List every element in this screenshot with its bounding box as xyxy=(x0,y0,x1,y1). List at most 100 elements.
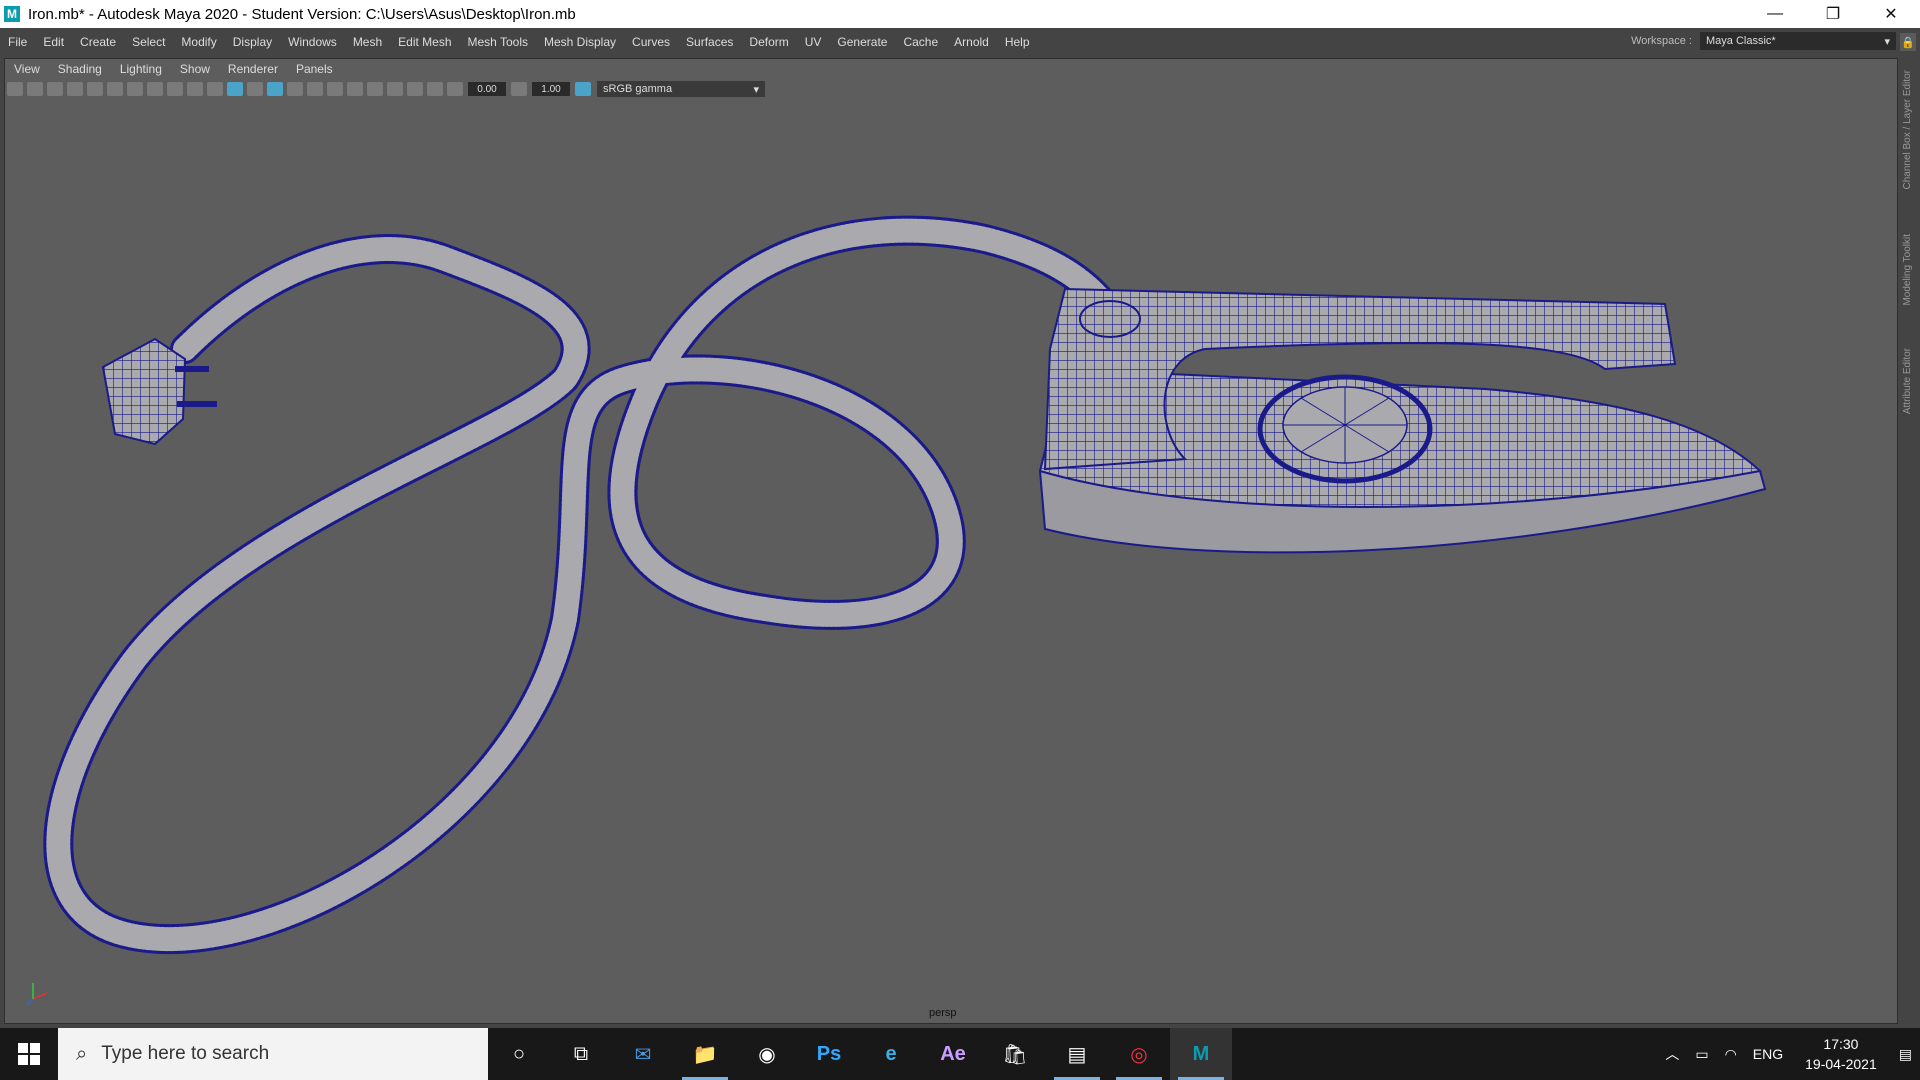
color-space-dropdown[interactable]: sRGB gamma ▾ xyxy=(597,81,765,97)
workspace-selector: Workspace : Maya Classic* ▾ xyxy=(1631,32,1896,50)
smooth-shade-icon[interactable] xyxy=(227,82,243,96)
isolate-select-icon[interactable] xyxy=(407,82,423,96)
panel-menu-panels[interactable]: Panels xyxy=(287,62,342,76)
shadows-icon[interactable] xyxy=(327,82,343,96)
start-button[interactable] xyxy=(0,1028,58,1080)
language-indicator[interactable]: ENG xyxy=(1745,1046,1791,1062)
ambient-occlusion-icon[interactable] xyxy=(347,82,363,96)
workspace-value: Maya Classic* xyxy=(1706,35,1776,47)
menu-uv[interactable]: UV xyxy=(797,35,830,49)
mail-app-glyph: ▤ xyxy=(1067,1043,1087,1066)
file-explorer-icon[interactable]: 📁 xyxy=(674,1028,736,1080)
gate-mask-icon[interactable] xyxy=(147,82,163,96)
safe-action-icon[interactable] xyxy=(187,82,203,96)
gamma-field[interactable]: 1.00 xyxy=(532,82,570,96)
wifi-icon[interactable]: ◠ xyxy=(1717,1046,1745,1063)
minimize-button[interactable]: — xyxy=(1746,0,1804,28)
panel-menu-view[interactable]: View xyxy=(5,62,49,76)
field-chart-icon[interactable] xyxy=(167,82,183,96)
menu-generate[interactable]: Generate xyxy=(829,35,895,49)
image-plane-icon[interactable] xyxy=(67,82,83,96)
maximize-button[interactable]: ❐ xyxy=(1804,0,1862,28)
camera-icon[interactable] xyxy=(7,82,23,96)
taskbar-search-box[interactable]: ⌕ Type here to search xyxy=(58,1028,488,1080)
xray-joints-icon[interactable] xyxy=(427,82,443,96)
menu-cache[interactable]: Cache xyxy=(895,35,946,49)
menu-modify[interactable]: Modify xyxy=(173,35,224,49)
menu-arnold[interactable]: Arnold xyxy=(946,35,997,49)
grid-icon[interactable] xyxy=(87,82,103,96)
motion-blur-icon[interactable] xyxy=(367,82,383,96)
xray-icon[interactable] xyxy=(287,82,303,96)
bookmark-icon[interactable] xyxy=(47,82,63,96)
exposure-icon[interactable] xyxy=(447,82,463,96)
menu-select[interactable]: Select xyxy=(124,35,173,49)
chevron-up-icon[interactable]: ︿ xyxy=(1657,1044,1687,1064)
scene-wireframe xyxy=(43,215,1767,954)
after-effects-icon[interactable]: Ae xyxy=(922,1028,984,1080)
panel-toolbar: 0.00 1.00 sRGB gamma ▾ xyxy=(5,79,1895,99)
tab-attribute-editor[interactable]: Attribute Editor xyxy=(1902,348,1913,414)
menu-mesh-display[interactable]: Mesh Display xyxy=(536,35,624,49)
wireframe-icon[interactable] xyxy=(207,82,223,96)
battery-icon[interactable]: ▭ xyxy=(1687,1046,1716,1063)
panel-menu-show[interactable]: Show xyxy=(171,62,219,76)
panel-menu-lighting[interactable]: Lighting xyxy=(111,62,171,76)
menu-help[interactable]: Help xyxy=(997,35,1038,49)
maya-app-icon: M xyxy=(4,6,20,22)
tab-modeling-toolkit[interactable]: Modeling Toolkit xyxy=(1902,234,1913,306)
exposure-field[interactable]: 0.00 xyxy=(468,82,506,96)
menu-edit-mesh[interactable]: Edit Mesh xyxy=(390,35,459,49)
menu-create[interactable]: Create xyxy=(72,35,124,49)
workspace-label: Workspace : xyxy=(1631,35,1692,47)
resolution-gate-icon[interactable] xyxy=(127,82,143,96)
film-gate-icon[interactable] xyxy=(107,82,123,96)
lights-icon[interactable] xyxy=(307,82,323,96)
task-view-icon[interactable]: ⧉ xyxy=(550,1028,612,1080)
viewport-panel[interactable]: View Shading Lighting Show Renderer Pane… xyxy=(4,58,1898,1024)
mail-icon[interactable]: ✉ xyxy=(612,1028,674,1080)
notifications-icon[interactable]: ▤ xyxy=(1891,1046,1920,1063)
cortana-icon[interactable]: ○ xyxy=(488,1028,550,1080)
edge-icon[interactable]: e xyxy=(860,1028,922,1080)
clock[interactable]: 17:30 19-04-2021 xyxy=(1791,1034,1891,1074)
clock-date: 19-04-2021 xyxy=(1805,1056,1877,1072)
media-icon[interactable]: ◉ xyxy=(736,1028,798,1080)
workspace-dropdown[interactable]: Maya Classic* ▾ xyxy=(1700,32,1896,50)
menu-display[interactable]: Display xyxy=(225,35,280,49)
default-material-icon[interactable] xyxy=(247,82,263,96)
menu-deform[interactable]: Deform xyxy=(741,35,796,49)
side-tab-strip: Channel Box / Layer Editor Modeling Tool… xyxy=(1898,58,1920,1024)
search-icon: ⌕ xyxy=(76,1042,88,1065)
system-tray: ︿ ▭ ◠ ENG 17:30 19-04-2021 ▤ xyxy=(1657,1028,1920,1080)
camera-attributes-icon[interactable] xyxy=(27,82,43,96)
menu-curves[interactable]: Curves xyxy=(624,35,678,49)
antialias-icon[interactable] xyxy=(387,82,403,96)
maya-icon[interactable]: M xyxy=(1170,1028,1232,1080)
lock-icon[interactable]: 🔒 xyxy=(1900,33,1916,51)
chevron-down-icon: ▾ xyxy=(753,83,759,96)
file-explorer-glyph: 📁 xyxy=(692,1043,718,1066)
gamma-icon[interactable] xyxy=(511,82,527,96)
menu-mesh[interactable]: Mesh xyxy=(345,35,390,49)
chrome-icon[interactable]: ◎ xyxy=(1108,1028,1170,1080)
menu-mesh-tools[interactable]: Mesh Tools xyxy=(460,35,536,49)
color-management-icon[interactable] xyxy=(575,82,591,96)
tab-channel-box[interactable]: Channel Box / Layer Editor xyxy=(1902,70,1913,190)
iron-mesh xyxy=(1038,287,1767,554)
photoshop-icon[interactable]: Ps xyxy=(798,1028,860,1080)
menu-file[interactable]: File xyxy=(0,35,35,49)
panel-menu-shading[interactable]: Shading xyxy=(49,62,111,76)
menu-windows[interactable]: Windows xyxy=(280,35,345,49)
camera-label: persp xyxy=(929,1007,957,1019)
menu-surfaces[interactable]: Surfaces xyxy=(678,35,741,49)
windows-taskbar: ⌕ Type here to search ○ ⧉ ✉ 📁 ◉ Ps e Ae … xyxy=(0,1028,1920,1080)
menu-edit[interactable]: Edit xyxy=(35,35,72,49)
close-button[interactable]: ✕ xyxy=(1862,0,1920,28)
wireframe-on-shaded-icon[interactable] xyxy=(267,82,283,96)
window-title: Iron.mb* - Autodesk Maya 2020 - Student … xyxy=(28,5,576,23)
panel-menubar: View Shading Lighting Show Renderer Pane… xyxy=(5,59,342,79)
mail-app-icon[interactable]: ▤ xyxy=(1046,1028,1108,1080)
store-icon[interactable]: 🛍 xyxy=(984,1028,1046,1080)
panel-menu-renderer[interactable]: Renderer xyxy=(219,62,287,76)
